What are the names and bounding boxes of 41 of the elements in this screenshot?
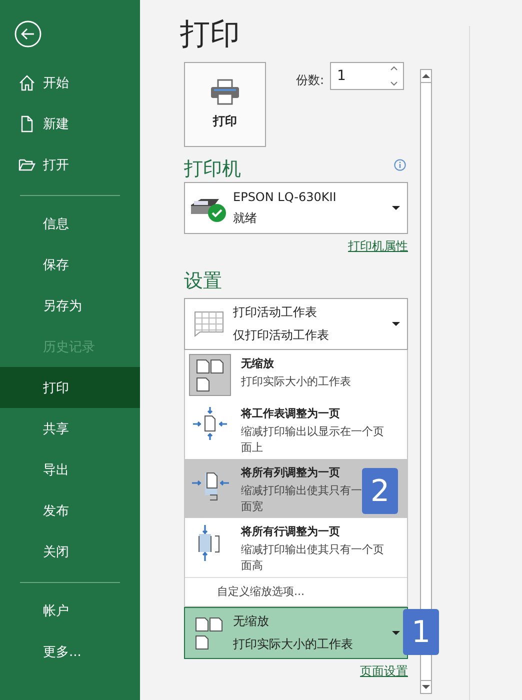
spinner-arrows-icon (390, 65, 398, 87)
copies-field[interactable]: 1 (330, 62, 404, 90)
print-scope-dropdown[interactable]: 打印活动工作表 仅打印活动工作表 (184, 298, 408, 350)
section-heading: 设置 (184, 269, 222, 294)
step-number-badge: 1 (403, 609, 439, 655)
printer-dropdown[interactable]: EPSON LQ-630KII 就绪 (184, 182, 408, 234)
menu-item[interactable]: 将所有行调整为一页 缩减打印输出使其只有一个页 面高 (185, 518, 407, 577)
info-icon (394, 159, 406, 171)
page-title: 打印 (180, 16, 241, 54)
caret-icon (392, 631, 400, 635)
back-icon (14, 20, 42, 48)
caret-icon (392, 322, 400, 326)
sidebar-item[interactable]: 另存为 (0, 285, 140, 326)
sidebar-item[interactable]: 打印 (0, 367, 140, 408)
scroll-down-icon (422, 685, 430, 689)
printer-icon (210, 79, 240, 105)
print-button[interactable]: 打印 (184, 62, 266, 147)
sidebar-item[interactable]: 开始 (0, 62, 140, 103)
printer-properties-link[interactable]: 打印机属性 (348, 238, 408, 258)
scaling-dropdown[interactable]: 无缩放 打印实际大小的工作表 (184, 607, 408, 659)
sidebar-item[interactable]: 新建 (0, 103, 140, 144)
section-heading: 打印机 (184, 157, 241, 182)
home-icon (18, 74, 36, 92)
caret-icon (392, 206, 400, 210)
sidebar-item[interactable]: 共享 (0, 408, 140, 449)
step-number-badge: 2 (362, 468, 398, 514)
sidebar-item[interactable]: 保存 (0, 244, 140, 285)
sidebar-item[interactable]: 关闭 (0, 531, 140, 572)
sidebar-item[interactable]: 信息 (0, 203, 140, 244)
scroll-up-icon (422, 74, 430, 78)
menu-item[interactable]: 将工作表调整为一页 缩减打印输出以显示在一个页 面上 (185, 400, 407, 459)
page-setup-link[interactable]: 页面设置 (360, 663, 408, 683)
custom-scaling-option[interactable]: 自定义缩放选项... (185, 577, 407, 606)
sidebar-item[interactable]: 发布 (0, 490, 140, 531)
sidebar-item[interactable]: 更多... (0, 631, 140, 672)
sidebar-item[interactable]: 打开 (0, 144, 140, 185)
sidebar-item[interactable]: 帐户 (0, 590, 140, 631)
sidebar-item[interactable]: 导出 (0, 449, 140, 490)
copies-label: 份数: (296, 72, 324, 89)
sheet-grid-icon (194, 311, 224, 337)
menu-item[interactable]: 无缩放 打印实际大小的工作表 (185, 350, 407, 400)
